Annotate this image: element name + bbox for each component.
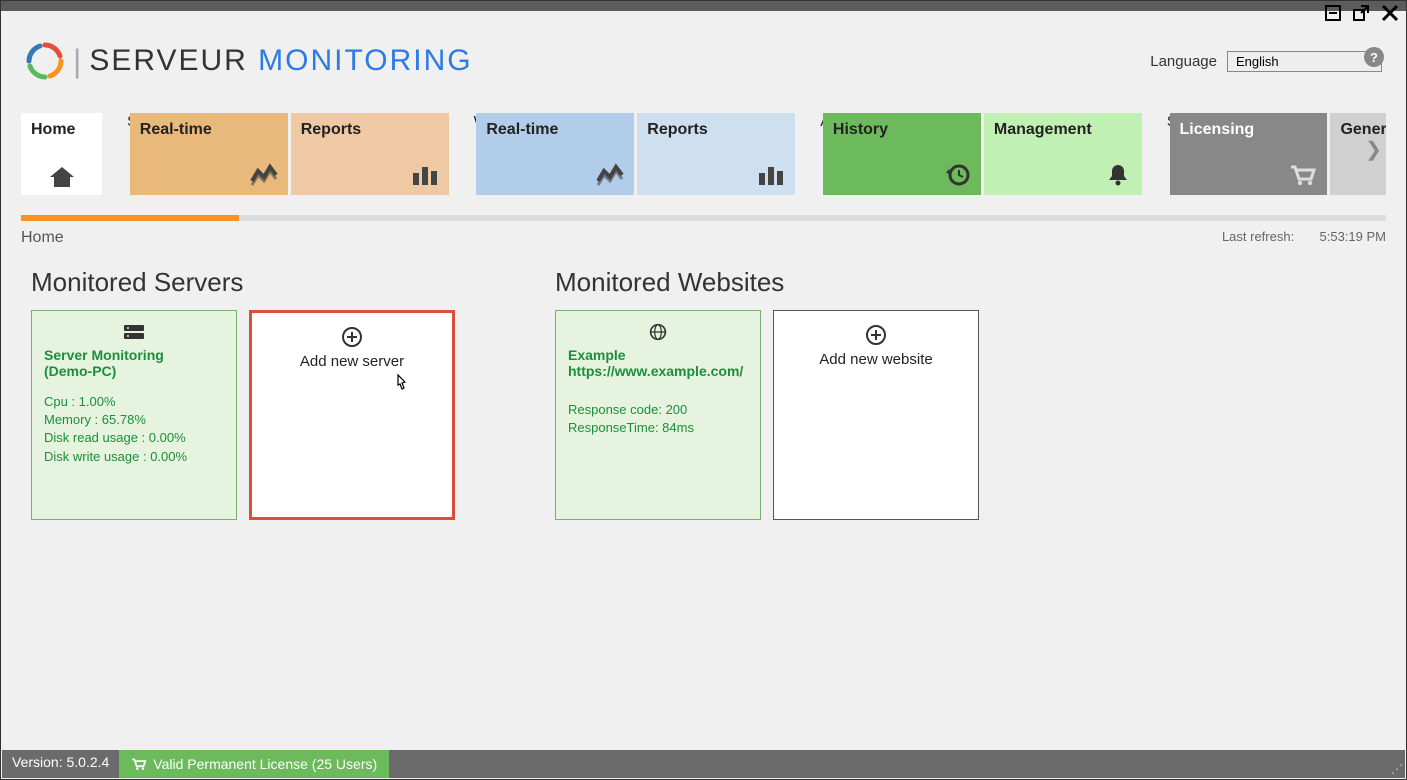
server-card[interactable]: Server Monitoring (Demo-PC) Cpu : 1.00% … bbox=[31, 310, 237, 520]
statusbar: Version: 5.0.2.4 Valid Permanent License… bbox=[2, 750, 1405, 778]
server-host: (Demo-PC) bbox=[44, 363, 224, 379]
status-license[interactable]: Valid Permanent License (25 Users) bbox=[119, 750, 389, 778]
cursor-icon bbox=[392, 373, 410, 395]
website-response-time: ResponseTime: 84ms bbox=[568, 419, 748, 437]
add-website-card[interactable]: Add new website bbox=[773, 310, 979, 520]
titlebar bbox=[1, 1, 1406, 11]
tab-websites-reports[interactable]: Reports bbox=[637, 113, 795, 195]
website-card[interactable]: Example https://www.example.com/ Respons… bbox=[555, 310, 761, 520]
server-cpu: Cpu : 1.00% bbox=[44, 393, 224, 411]
minimize-icon[interactable] bbox=[1324, 4, 1342, 22]
breadcrumb: Home bbox=[21, 229, 64, 247]
section-servers: Monitored Servers Server Monitoring (Dem… bbox=[31, 267, 455, 520]
section-websites-title: Monitored Websites bbox=[555, 267, 979, 298]
tab-alerts-management[interactable]: Management bbox=[984, 113, 1142, 195]
server-icon bbox=[122, 323, 146, 341]
barchart-icon bbox=[757, 163, 785, 187]
language-label: Language bbox=[1150, 53, 1217, 70]
bell-icon bbox=[1104, 163, 1132, 187]
tab-servers-reports[interactable]: Reports bbox=[291, 113, 449, 195]
resize-grip-icon[interactable]: ⋰ bbox=[1391, 762, 1403, 776]
home-icon bbox=[48, 165, 76, 189]
cart-icon bbox=[131, 757, 147, 771]
tab-home-label: Home bbox=[31, 121, 92, 139]
logo-swirl-icon bbox=[25, 41, 65, 81]
plus-icon bbox=[866, 325, 886, 345]
cart-icon bbox=[1289, 163, 1317, 187]
barchart-icon bbox=[411, 163, 439, 187]
help-icon[interactable]: ? bbox=[1364, 47, 1384, 67]
server-memory: Memory : 65.78% bbox=[44, 411, 224, 429]
realtime-icon bbox=[596, 163, 624, 187]
history-icon bbox=[943, 163, 971, 187]
tab-settings-licensing[interactable]: Licensing bbox=[1170, 113, 1328, 195]
globe-icon bbox=[646, 323, 670, 341]
server-disk-read: Disk read usage : 0.00% bbox=[44, 429, 224, 447]
app-logo: | SERVEUR MONITORING bbox=[25, 41, 473, 81]
close-icon[interactable] bbox=[1380, 3, 1400, 23]
website-url: https://www.example.com/ bbox=[568, 363, 748, 379]
server-disk-write: Disk write usage : 0.00% bbox=[44, 448, 224, 466]
realtime-icon bbox=[250, 163, 278, 187]
website-name: Example bbox=[568, 347, 748, 363]
add-server-label: Add new server bbox=[264, 353, 440, 370]
nav-scroll-right-icon[interactable]: ❯ bbox=[1361, 133, 1386, 166]
language-select[interactable]: English bbox=[1227, 51, 1382, 72]
add-website-label: Add new website bbox=[786, 351, 966, 368]
tab-alerts-history[interactable]: History bbox=[823, 113, 981, 195]
tab-servers-realtime[interactable]: Real-time bbox=[130, 113, 288, 195]
brand-mon: MONITORING bbox=[258, 44, 472, 77]
last-refresh: Last refresh: 5:53:19 PM bbox=[1222, 229, 1386, 247]
plus-icon bbox=[342, 327, 362, 347]
section-websites: Monitored Websites Example https://www.e… bbox=[555, 267, 979, 520]
server-name: Server Monitoring bbox=[44, 347, 224, 363]
section-servers-title: Monitored Servers bbox=[31, 267, 455, 298]
tab-home[interactable]: Home bbox=[21, 113, 102, 195]
popout-icon[interactable] bbox=[1352, 4, 1370, 22]
add-server-card[interactable]: Add new server bbox=[249, 310, 455, 520]
status-version: Version: 5.0.2.4 bbox=[2, 750, 119, 778]
website-response-code: Response code: 200 bbox=[568, 401, 748, 419]
nav-progressbar bbox=[21, 215, 1386, 221]
tab-websites-realtime[interactable]: Real-time bbox=[476, 113, 634, 195]
brand-serv: SERVEUR bbox=[89, 44, 248, 77]
